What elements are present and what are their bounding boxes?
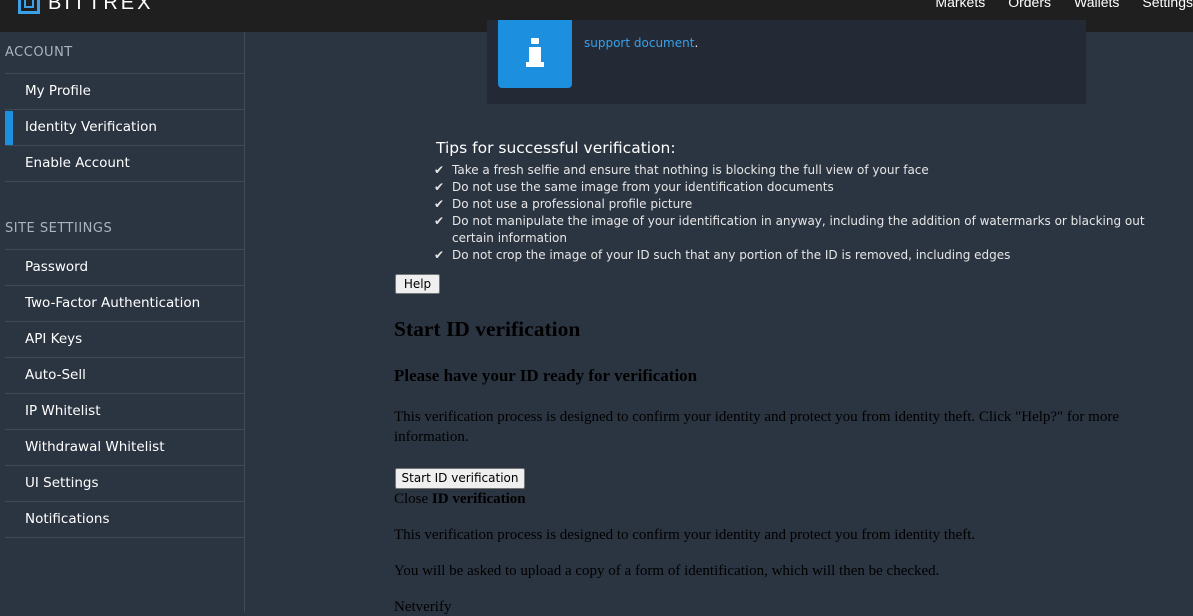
account-section-title: ACCOUNT xyxy=(5,45,73,60)
tips-title: Tips for successful verification: xyxy=(436,139,676,157)
info-text: support document. xyxy=(584,36,698,50)
start-verification-button[interactable]: Start ID verification xyxy=(395,468,525,489)
brand-name: BITTREX xyxy=(48,0,154,14)
nav-markets[interactable]: Markets xyxy=(935,0,985,10)
sidebar-item-api-keys[interactable]: API Keys xyxy=(5,321,244,357)
verification-upload-text: You will be asked to upload a copy of a … xyxy=(394,563,940,579)
sidebar-item-withdrawal-whitelist[interactable]: Withdrawal Whitelist xyxy=(5,429,244,465)
verification-provider: Netverify xyxy=(394,599,452,615)
check-icon: ✔ xyxy=(434,214,445,228)
check-icon: ✔ xyxy=(434,163,445,177)
sidebar-item-my-profile[interactable]: My Profile xyxy=(5,73,244,109)
tip-item: ✔ Do not crop the image of your ID such t… xyxy=(434,248,1011,262)
sidebar-item-auto-sell[interactable]: Auto-Sell xyxy=(5,357,244,393)
site-settings-section-title: SITE SETTIINGS xyxy=(5,221,113,236)
check-icon: ✔ xyxy=(434,248,445,262)
account-menu: My Profile Identity Verification Enable … xyxy=(5,73,244,182)
start-verification-heading: Start ID verification xyxy=(394,317,581,341)
tip-item: ✔ Do not manipulate the image of your ide… xyxy=(434,214,1145,245)
close-link[interactable]: Close xyxy=(394,491,428,507)
close-verification: Close ID verification xyxy=(394,491,526,508)
support-document-link[interactable]: support document xyxy=(584,36,694,50)
site-settings-menu: Password Two-Factor Authentication API K… xyxy=(5,249,244,538)
tip-item: ✔ Take a fresh selfie and ensure that not… xyxy=(434,163,929,177)
info-trailing: . xyxy=(694,36,699,50)
nav-wallets[interactable]: Wallets xyxy=(1074,0,1119,10)
check-icon: ✔ xyxy=(434,180,445,194)
sidebar-item-ip-whitelist[interactable]: IP Whitelist xyxy=(5,393,244,429)
tip-item: ✔ Do not use a professional profile pictu… xyxy=(434,197,693,211)
close-title: ID verification xyxy=(431,491,526,507)
info-notice: support document. xyxy=(487,20,1086,104)
sidebar-item-notifications[interactable]: Notifications xyxy=(5,501,244,538)
settings-sidebar: ACCOUNT My Profile Identity Verification… xyxy=(0,32,245,612)
id-ready-subheading: Please have your ID ready for verificati… xyxy=(394,366,698,385)
tip-item: ✔ Do not use the same image from your ide… xyxy=(434,180,834,194)
sidebar-item-ui-settings[interactable]: UI Settings xyxy=(5,465,244,501)
sidebar-item-two-factor[interactable]: Two-Factor Authentication xyxy=(5,285,244,321)
sidebar-item-enable-account[interactable]: Enable Account xyxy=(5,145,244,182)
verification-confirm-text: This verification process is designed to… xyxy=(394,527,976,543)
nav-settings[interactable]: Settings xyxy=(1142,0,1193,10)
check-icon: ✔ xyxy=(434,197,445,211)
brand-logo[interactable]: BITTREX xyxy=(18,0,153,16)
info-icon xyxy=(498,20,572,88)
tips-list: ✔ Take a fresh selfie and ensure that not… xyxy=(434,162,1154,264)
main-nav: Markets Orders Wallets Settings xyxy=(912,0,1193,10)
sidebar-item-password[interactable]: Password xyxy=(5,249,244,285)
bittrex-logo-icon xyxy=(18,0,40,14)
sidebar-item-identity-verification[interactable]: Identity Verification xyxy=(5,109,244,146)
verification-intro: This verification process is designed to… xyxy=(394,409,1119,445)
help-button[interactable]: Help xyxy=(395,274,440,294)
nav-orders[interactable]: Orders xyxy=(1008,0,1051,10)
